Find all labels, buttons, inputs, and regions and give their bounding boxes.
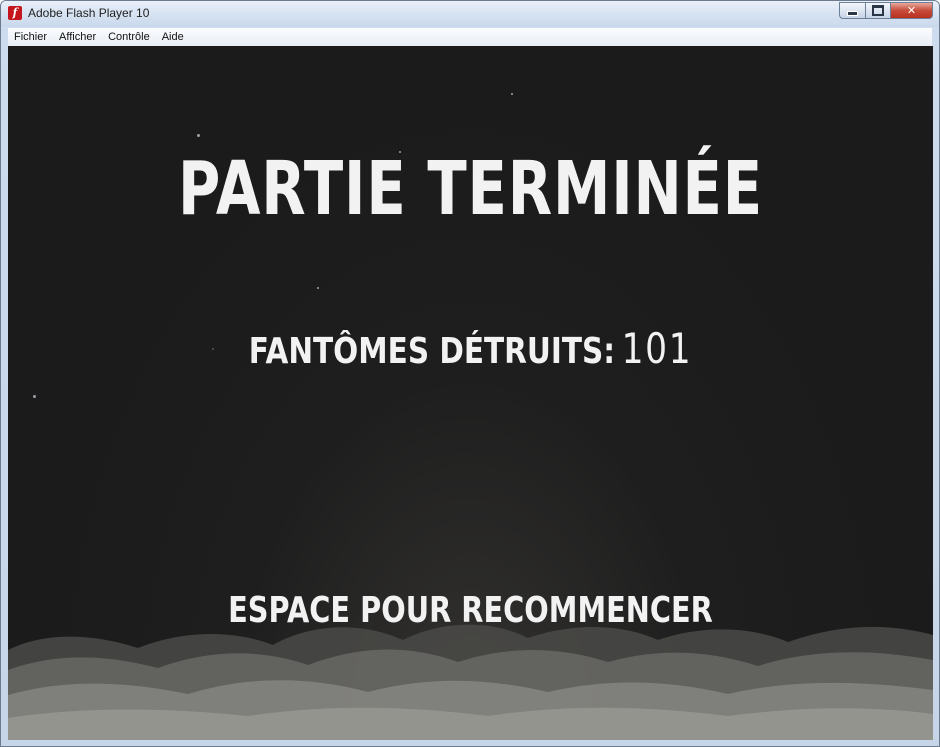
score-value: 101 bbox=[621, 324, 693, 373]
flash-player-icon: f bbox=[8, 6, 22, 20]
close-button[interactable]: ✕ bbox=[890, 2, 933, 19]
maximize-button[interactable] bbox=[865, 2, 890, 19]
star bbox=[317, 287, 319, 289]
title-bar[interactable]: f Adobe Flash Player 10 ✕ bbox=[1, 1, 939, 27]
star bbox=[197, 134, 200, 137]
star bbox=[33, 395, 36, 398]
menu-item-afficher[interactable]: Afficher bbox=[53, 28, 102, 46]
game-over-title: PARTIE TERMINÉE bbox=[178, 146, 763, 232]
minimize-icon bbox=[847, 11, 858, 16]
close-icon: ✕ bbox=[906, 4, 917, 17]
game-stage[interactable]: PARTIE TERMINÉE FANTÔMES DÉTRUITS: 101 ES… bbox=[8, 46, 933, 740]
restart-prompt: ESPACE POUR RECOMMENCER bbox=[228, 590, 713, 631]
menu-bar: Fichier Afficher Contrôle Aide bbox=[8, 28, 932, 47]
window-title: Adobe Flash Player 10 bbox=[28, 6, 150, 20]
window-controls: ✕ bbox=[839, 2, 933, 20]
menu-item-fichier[interactable]: Fichier bbox=[8, 28, 53, 46]
maximize-icon bbox=[872, 5, 884, 16]
minimize-button[interactable] bbox=[839, 2, 865, 19]
flash-player-window: f Adobe Flash Player 10 ✕ Fichier Affich… bbox=[0, 0, 940, 747]
menu-item-aide[interactable]: Aide bbox=[156, 28, 190, 46]
menu-item-controle[interactable]: Contrôle bbox=[102, 28, 156, 46]
score-display: FANTÔMES DÉTRUITS: 101 bbox=[91, 324, 850, 373]
score-label: FANTÔMES DÉTRUITS: bbox=[248, 331, 616, 372]
star bbox=[511, 93, 513, 95]
